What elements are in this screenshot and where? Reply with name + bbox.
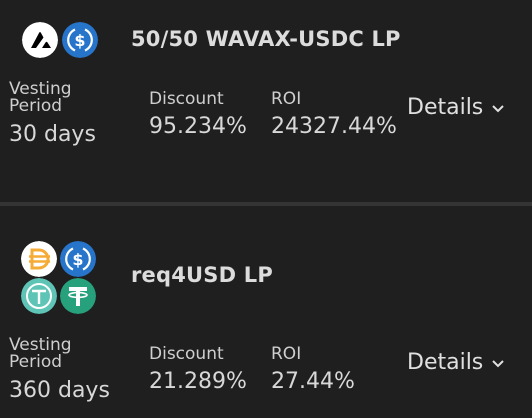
usdt-icon — [60, 278, 96, 314]
vesting-label: Vesting Period — [9, 81, 72, 115]
roi-label: ROI — [271, 89, 302, 109]
tusd-icon — [21, 278, 57, 314]
details-button[interactable]: Details — [407, 95, 505, 120]
details-label: Details — [407, 350, 484, 375]
usdc-icon: $ — [60, 241, 96, 277]
discount-label: Discount — [149, 344, 224, 364]
svg-text:$: $ — [74, 31, 85, 50]
bond-name: req4USD LP — [131, 263, 273, 287]
roi-value: 24327.44% — [271, 114, 397, 139]
vesting-value: 30 days — [9, 122, 96, 147]
discount-label: Discount — [149, 89, 224, 109]
bond-list: $ 50/50 WAVAX-USDC LP Vesting Period 30 … — [0, 0, 532, 418]
discount-value: 21.289% — [149, 369, 247, 394]
vesting-label-line2: Period — [9, 352, 63, 372]
roi-label: ROI — [271, 344, 302, 364]
details-label: Details — [407, 95, 484, 120]
vesting-label-line2: Period — [9, 96, 63, 116]
svg-text:$: $ — [72, 250, 83, 269]
vesting-value: 360 days — [9, 378, 110, 403]
bond-name: 50/50 WAVAX-USDC LP — [131, 27, 401, 51]
discount-value: 95.234% — [149, 114, 247, 139]
details-button[interactable]: Details — [407, 350, 505, 375]
vesting-label: Vesting Period — [9, 337, 72, 371]
dai-icon — [21, 241, 57, 277]
bond-row-req4usd[interactable]: $ req4USD LP Vesting Period 360 days Dis… — [0, 206, 532, 418]
roi-value: 27.44% — [271, 369, 355, 394]
chevron-down-icon — [491, 101, 505, 115]
chevron-down-icon — [491, 356, 505, 370]
usdc-icon: $ — [62, 22, 98, 58]
avax-icon — [22, 22, 58, 58]
bond-row-wavax-usdc[interactable]: $ 50/50 WAVAX-USDC LP Vesting Period 30 … — [0, 0, 532, 202]
